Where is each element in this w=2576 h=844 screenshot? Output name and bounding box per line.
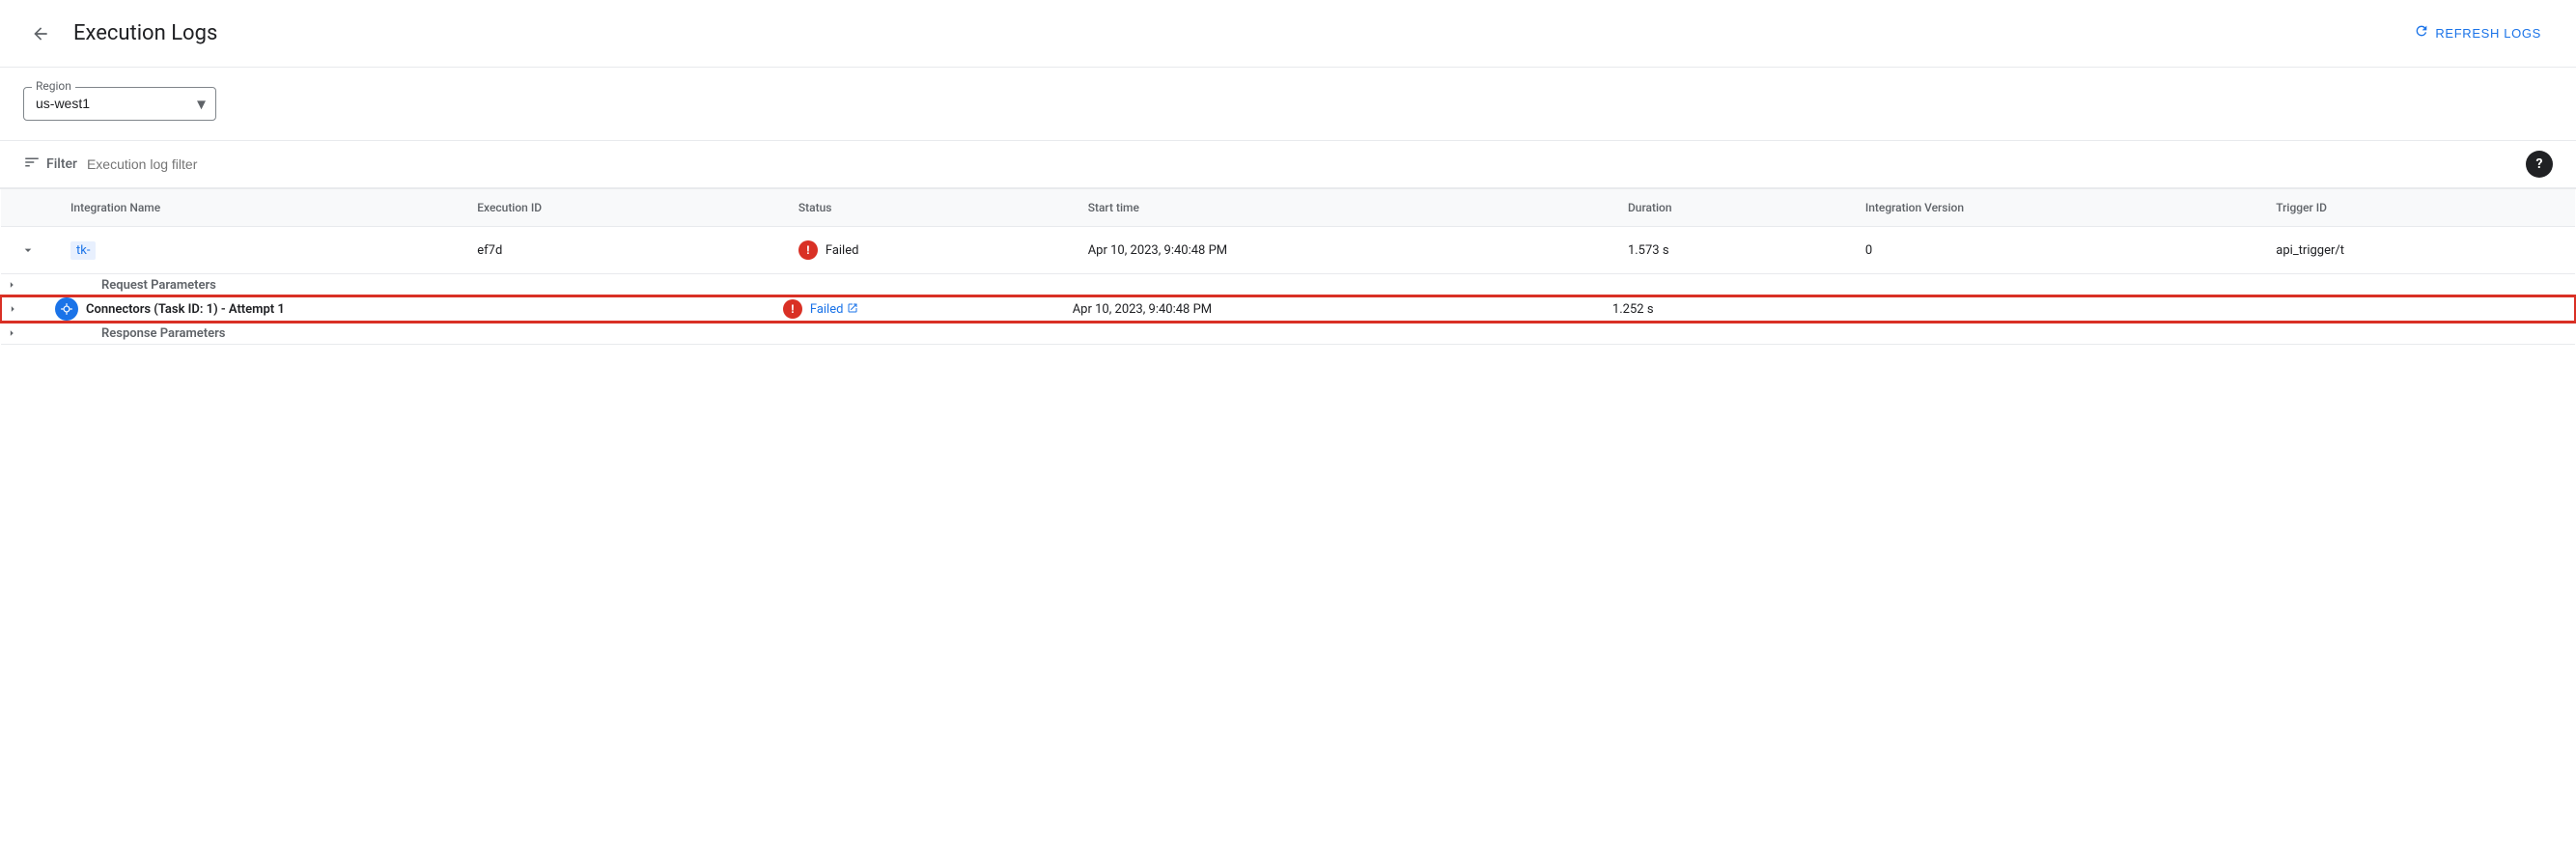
region-area: Region us-west1 us-east1 europe-west1 ▾ [0,68,2576,141]
execution-id-cell: ef7d [462,227,783,274]
connector-duration-cell: 1.252 s [1612,296,1850,322]
error-icon: ! [798,240,818,260]
refresh-icon [2414,23,2429,43]
col-start-time: Start time [1073,189,1612,227]
expand-button[interactable] [16,239,40,262]
request-params-cell: Request Parameters [55,274,2575,297]
connector-version-cell [1850,296,2260,322]
table-row-response-params: Response Parameters [1,322,2575,345]
table-header-row: Integration Name Execution ID Status Sta… [1,189,2575,227]
integration-name-value: tk- [70,241,96,260]
help-button[interactable]: ? [2526,151,2553,178]
connector-trigger-cell [2260,296,2575,322]
connector-task-label: Connectors (Task ID: 1) - Attempt 1 [86,302,285,317]
connector-status-cell: ! Failed [783,296,1073,322]
request-params-label: Request Parameters [101,278,216,293]
integration-name-cell: tk- [55,227,462,274]
expand-cell [1,227,55,274]
start-time-cell: Apr 10, 2023, 9:40:48 PM [1073,227,1612,274]
response-params-label: Response Parameters [101,326,225,341]
expand-request-params-button[interactable] [1,274,22,295]
status-value: Failed [826,243,859,258]
col-integration-version: Integration Version [1850,189,2260,227]
duration-cell: 1.573 s [1612,227,1850,274]
execution-logs-table: Integration Name Execution ID Status Sta… [0,189,2576,345]
table-row-request-params: Request Parameters [1,274,2575,297]
expand-cell-2 [1,274,55,297]
table-row-connector: Connectors (Task ID: 1) - Attempt 1 ! Fa… [1,296,2575,322]
filter-icon [23,154,41,175]
status-cell: ! Failed [783,227,1073,274]
integration-name-link[interactable]: tk- [70,241,96,260]
connector-name-cell: Connectors (Task ID: 1) - Attempt 1 [55,296,783,322]
filter-label: Filter [46,156,77,172]
expand-response-params-button[interactable] [1,323,22,344]
connector-error-icon: ! [783,299,802,319]
chevron-down-icon: ▾ [197,94,206,114]
col-execution-id: Execution ID [462,189,783,227]
expand-cell-3 [1,322,55,345]
connector-expand-cell [1,296,55,322]
connector-icon [55,297,78,321]
col-integration-name: Integration Name [55,189,462,227]
refresh-logs-button[interactable]: REFRESH LOGS [2402,15,2553,51]
page-title: Execution Logs [73,21,2387,45]
help-icon: ? [2536,156,2543,172]
region-select-wrapper: Region us-west1 us-east1 europe-west1 ▾ [23,87,216,121]
external-link-icon [847,302,858,317]
table-row-main: tk- ef7d ! Failed Apr 10, 2023, 9:40:48 … [1,227,2575,274]
back-button[interactable] [23,16,58,51]
filter-bar: Filter ? [0,141,2576,189]
col-duration: Duration [1612,189,1850,227]
response-params-cell: Response Parameters [55,322,2575,345]
region-label: Region [32,79,75,93]
refresh-label: REFRESH LOGS [2435,26,2541,41]
connector-status-container: ! Failed [783,299,1073,319]
integration-version-cell: 0 [1850,227,2260,274]
filter-input[interactable] [87,156,2516,172]
expand-connector-button[interactable] [2,298,23,320]
status-container: ! Failed [798,240,1057,260]
col-trigger-id: Trigger ID [2260,189,2575,227]
page-header: Execution Logs REFRESH LOGS [0,0,2576,68]
connector-failed-link[interactable]: Failed [810,302,859,317]
col-status: Status [783,189,1073,227]
table-container: Integration Name Execution ID Status Sta… [0,189,2576,345]
filter-icon-area: Filter [23,154,77,175]
col-expand [1,189,55,227]
connector-status-label: Failed [810,302,844,317]
trigger-id-cell: api_trigger/t [2260,227,2575,274]
connector-row-content: Connectors (Task ID: 1) - Attempt 1 [55,297,783,321]
region-select[interactable]: us-west1 us-east1 europe-west1 [36,96,181,111]
connector-start-time-cell: Apr 10, 2023, 9:40:48 PM [1073,296,1612,322]
